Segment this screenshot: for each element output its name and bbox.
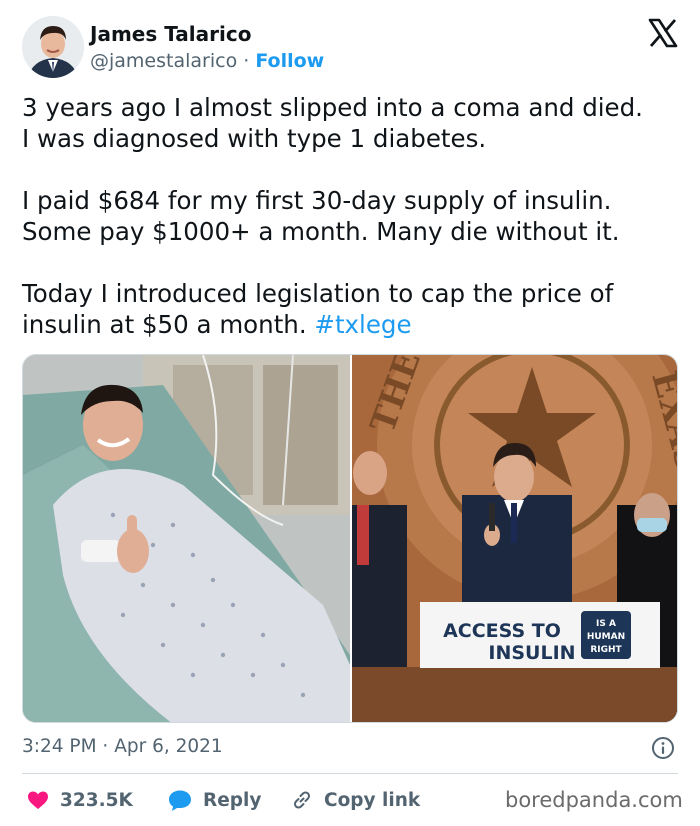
paragraph: 3 years ago I almost slipped into a coma… (22, 92, 682, 154)
tweet-timestamp[interactable]: 3:24 PM · Apr 6, 2021 (22, 736, 223, 757)
author-handle[interactable]: @jamestalarico (90, 50, 237, 72)
link-icon (293, 791, 311, 809)
text-line: Some pay $1000+ a month. Many die withou… (22, 217, 620, 246)
photo-press-conference[interactable]: THE EXAS ACCESS TO INSULIN IS A HUMAN RI… (352, 355, 677, 722)
author-name[interactable]: James Talarico (90, 22, 251, 46)
handle-separator: · (237, 50, 256, 72)
paragraph: I paid $684 for my first 30-day supply o… (22, 185, 682, 247)
hashtag-link[interactable]: #txlege (314, 310, 411, 339)
tweet-time: 3:24 PM (22, 736, 97, 757)
text-line: insulin at $50 a month. (22, 310, 315, 339)
meta-separator: · (96, 736, 115, 757)
reply-bubble-icon (169, 790, 191, 811)
x-logo-icon[interactable] (648, 18, 678, 48)
tweet-text: 3 years ago I almost slipped into a coma… (22, 92, 682, 340)
reply-button[interactable]: Reply (167, 784, 261, 816)
tweet-date: Apr 6, 2021 (114, 736, 223, 757)
text-line: Today I introduced legislation to cap th… (22, 279, 614, 308)
copy-link-button[interactable]: Copy link (290, 784, 420, 816)
sign-line-1: ACCESS TO (443, 620, 561, 642)
text-line: I paid $684 for my first 30-day supply o… (22, 186, 612, 215)
sign-badge-3: RIGHT (590, 645, 622, 655)
avatar[interactable] (22, 16, 84, 78)
copy-link-label: Copy link (324, 789, 421, 811)
like-button[interactable]: 323.5K (26, 784, 133, 816)
info-icon[interactable] (651, 736, 675, 760)
tweet-header: James Talarico @jamestalarico · Follow (22, 16, 682, 78)
reply-label: Reply (203, 789, 262, 811)
watermark: boredpanda.com (505, 788, 683, 812)
paragraph: Today I introduced legislation to cap th… (22, 278, 682, 340)
divider (22, 773, 678, 774)
sign-badge-2: HUMAN (587, 632, 625, 642)
author-handle-line: @jamestalarico · Follow (90, 50, 324, 72)
photo-hospital-bed[interactable] (23, 355, 350, 722)
media-grid: THE EXAS ACCESS TO INSULIN IS A HUMAN RI… (22, 354, 678, 723)
sign-line-2: INSULIN (488, 642, 575, 664)
sign-badge-1: IS A (596, 619, 616, 629)
text-line: I was diagnosed with type 1 diabetes. (22, 124, 487, 153)
heart-icon (28, 791, 48, 809)
like-count: 323.5K (60, 789, 133, 811)
follow-button[interactable]: Follow (255, 50, 324, 72)
text-line: 3 years ago I almost slipped into a coma… (22, 93, 643, 122)
